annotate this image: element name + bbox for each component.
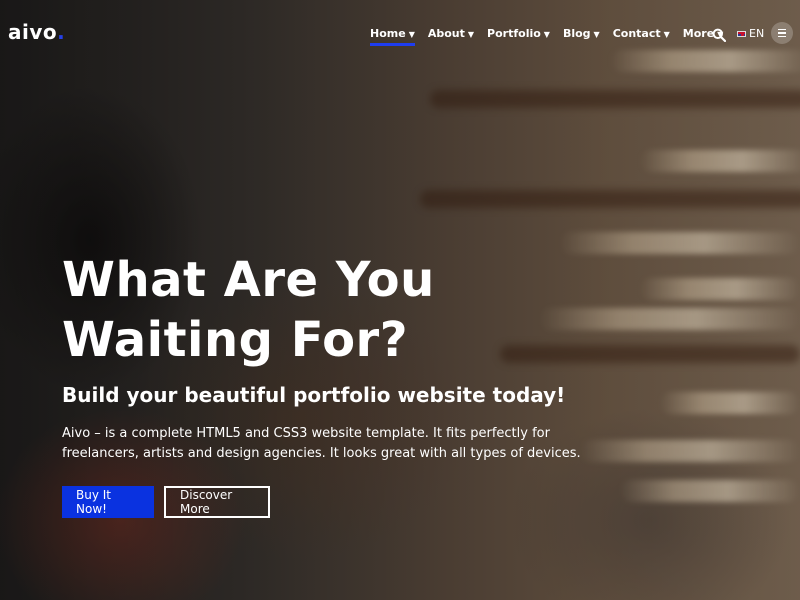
nav-item-label: More (682, 27, 715, 40)
main-nav: Home ▼ About ▼ Portfolio ▼ Blog ▼ Contact ▼ M… (370, 27, 736, 46)
buy-it-now-button[interactable]: Buy It Now! (62, 486, 154, 518)
hero-title: What Are You Waiting For? (62, 250, 682, 370)
nav-item-about[interactable]: About ▼ (428, 27, 474, 40)
chevron-down-icon: ▼ (467, 30, 475, 39)
hamburger-line (778, 32, 786, 34)
hero-title-line-1: What Are You (62, 252, 435, 308)
chevron-down-icon: ▼ (543, 30, 550, 39)
nav-item-label: Home (370, 27, 406, 40)
nav-item-portfolio[interactable]: Portfolio ▼ (487, 27, 550, 40)
hero-subtitle: Build your beautiful portfolio website t… (62, 383, 566, 407)
hamburger-line (778, 28, 786, 31)
nav-item-label: Contact (612, 27, 661, 40)
uk-flag-icon (737, 30, 746, 37)
site-header: aivo. Home ▼ About ▼ Portfolio ▼ Blog ▼ Cont… (0, 0, 800, 68)
hamburger-menu-button[interactable] (771, 22, 793, 44)
hero-section: What Are You Waiting For? Build your bea… (62, 250, 682, 518)
language-selector[interactable]: EN (737, 27, 764, 40)
nav-item-label: Blog (562, 27, 591, 40)
nav-item-label: Portfolio (487, 27, 541, 40)
hero-title-line-2: Waiting For? (62, 312, 409, 368)
hamburger-line (778, 35, 786, 38)
chevron-down-icon: ▼ (408, 30, 415, 39)
chevron-down-icon: ▼ (663, 30, 670, 39)
nav-item-home[interactable]: Home ▼ (370, 27, 415, 46)
discover-more-button[interactable]: Discover More (164, 486, 270, 518)
nav-item-contact[interactable]: Contact ▼ (613, 27, 670, 40)
chevron-down-icon: ▼ (593, 30, 600, 39)
hero-buttons: Buy It Now! Discover More (62, 486, 682, 518)
language-code: EN (749, 27, 765, 40)
nav-item-blog[interactable]: Blog ▼ (563, 27, 600, 40)
search-icon[interactable] (712, 28, 726, 42)
nav-item-label: About (427, 27, 465, 40)
hero-description: Aivo – is a complete HTML5 and CSS3 webs… (62, 426, 581, 461)
logo[interactable]: aivo. (8, 20, 65, 44)
logo-text: aivo (8, 20, 58, 44)
logo-dot: . (57, 20, 66, 44)
